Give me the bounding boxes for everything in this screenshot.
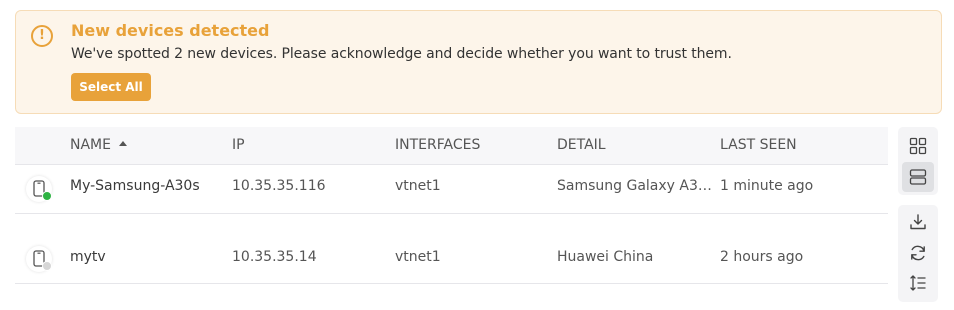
status-offline-dot: [42, 261, 52, 271]
grid-view-button[interactable]: [902, 131, 934, 161]
devices-table: NAME IP INTERFACES DETAIL LAST SEEN My-S…: [15, 127, 888, 284]
column-header-last-seen[interactable]: LAST SEEN: [720, 137, 797, 153]
alert-message: We've spotted 2 new devices. Please ackn…: [71, 46, 732, 62]
device-name[interactable]: mytv: [70, 249, 106, 265]
device-detail: Huawei China: [557, 249, 654, 265]
device-interface: vtnet1: [395, 249, 441, 265]
actions-toolbar: [898, 205, 938, 302]
device-ip: 10.35.35.116: [232, 178, 326, 194]
device-last-seen: 2 hours ago: [720, 249, 804, 265]
column-header-interfaces[interactable]: INTERFACES: [395, 137, 480, 153]
new-devices-alert: ! New devices detected We've spotted 2 n…: [15, 10, 942, 114]
alert-title: New devices detected: [71, 21, 270, 40]
device-interface: vtnet1: [395, 178, 441, 194]
device-detail: Samsung Galaxy A3…: [557, 178, 712, 194]
column-header-ip[interactable]: IP: [232, 137, 245, 153]
mobile-device-icon: [26, 246, 52, 272]
refresh-button[interactable]: [902, 238, 934, 268]
list-view-button[interactable]: [902, 162, 934, 192]
sort-ascending-icon: [118, 140, 127, 146]
device-name[interactable]: My-Samsung-A30s: [70, 178, 200, 194]
table-header: NAME IP INTERFACES DETAIL LAST SEEN: [15, 127, 888, 165]
download-icon: [910, 214, 926, 230]
column-header-name[interactable]: NAME: [70, 137, 127, 153]
status-online-dot: [42, 191, 52, 201]
device-ip: 10.35.35.14: [232, 249, 317, 265]
table-row[interactable]: mytv 10.35.35.14 vtnet1 Huawei China 2 h…: [15, 214, 888, 284]
download-button[interactable]: [902, 207, 934, 237]
device-last-seen: 1 minute ago: [720, 178, 814, 194]
column-header-detail[interactable]: DETAIL: [557, 137, 606, 153]
row-density-button[interactable]: [902, 268, 934, 298]
refresh-icon: [911, 245, 925, 261]
mobile-device-icon: [26, 176, 52, 202]
select-all-button[interactable]: Select All: [71, 73, 151, 101]
view-mode-toolbar: [898, 127, 938, 195]
table-row[interactable]: My-Samsung-A30s 10.35.35.116 vtnet1 Sams…: [15, 165, 888, 214]
column-header-name-label: NAME: [70, 137, 111, 153]
sort-lines-icon: [910, 275, 926, 291]
list-view-icon: [909, 169, 927, 185]
grid-view-icon: [909, 137, 927, 155]
warning-circle-icon: !: [31, 25, 53, 47]
